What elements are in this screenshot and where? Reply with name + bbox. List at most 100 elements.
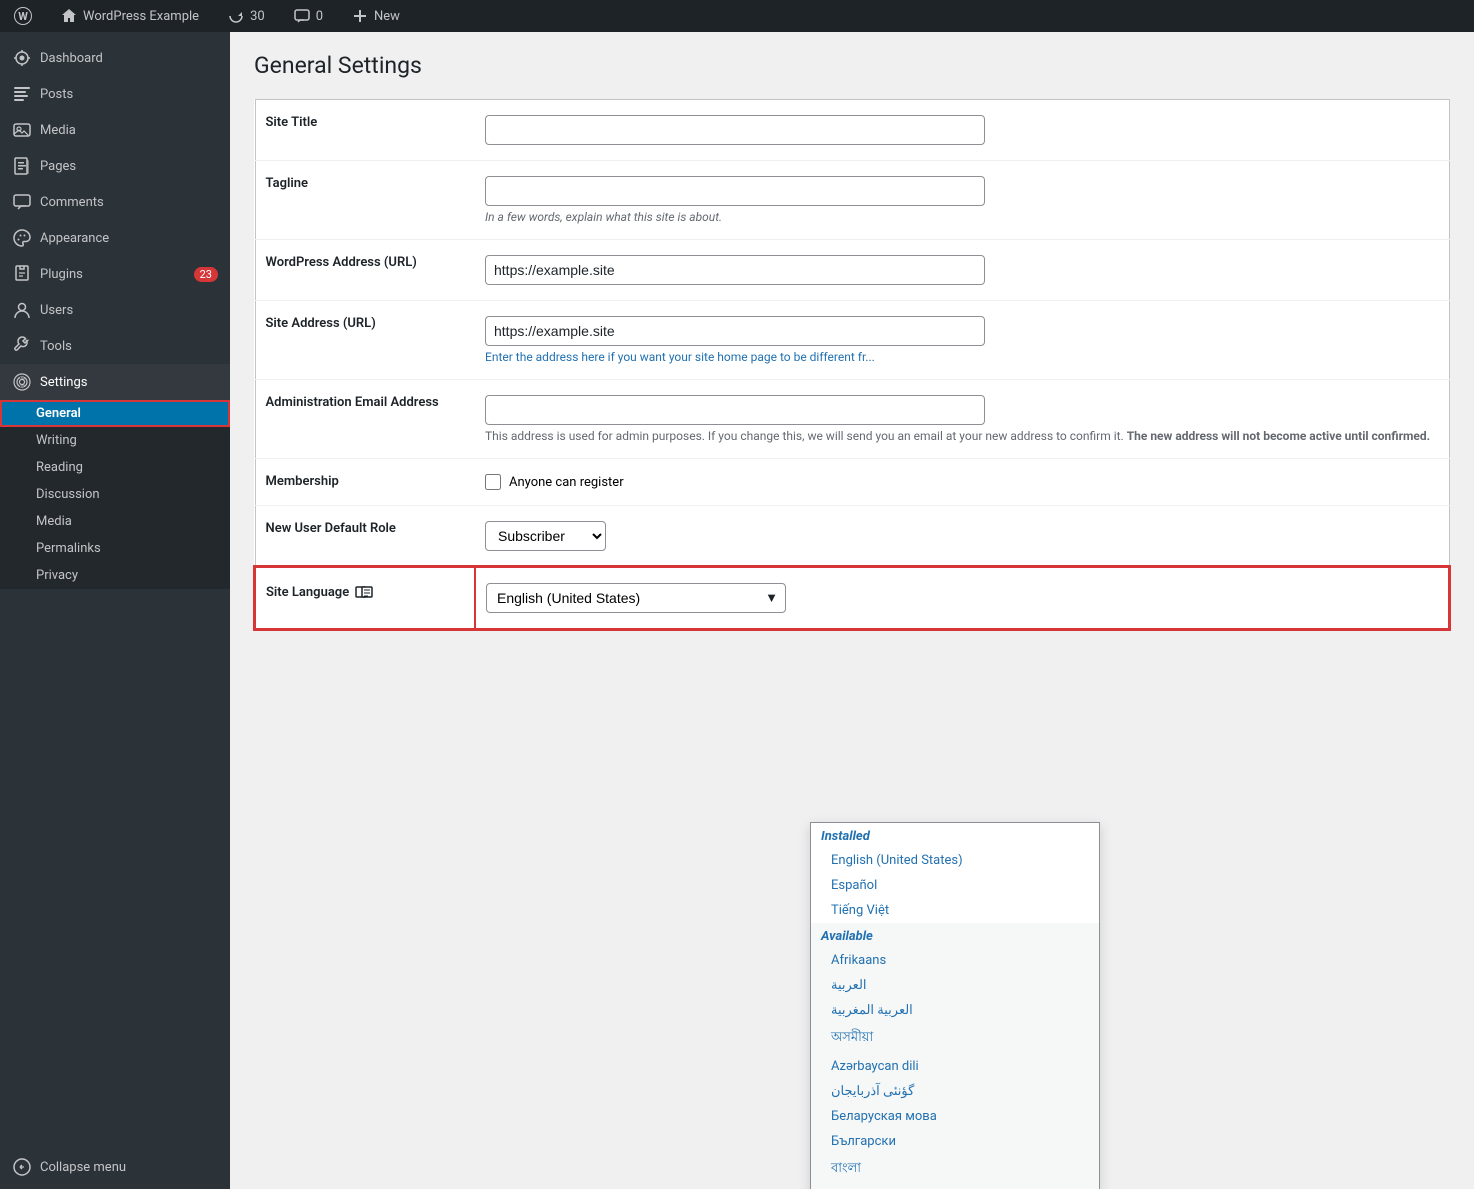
site-language-cell: English (United States) ▼ bbox=[475, 567, 1449, 629]
pages-icon bbox=[12, 156, 32, 176]
listbox-item-bg[interactable]: Български bbox=[811, 1129, 1099, 1154]
updates-button[interactable]: 30 bbox=[221, 0, 271, 32]
svg-text:W: W bbox=[18, 10, 28, 23]
admin-email-input[interactable] bbox=[485, 395, 985, 425]
membership-label: Membership bbox=[255, 459, 475, 506]
plugins-icon bbox=[12, 264, 32, 284]
comments-button[interactable]: 0 bbox=[287, 0, 329, 32]
sidebar-dashboard-label: Dashboard bbox=[40, 51, 218, 66]
listbox-item-en_US[interactable]: English (United States) bbox=[811, 848, 1099, 873]
collapse-label: Collapse menu bbox=[40, 1160, 126, 1175]
listbox-item-ar[interactable]: العربية bbox=[811, 973, 1099, 998]
plugins-badge: 23 bbox=[194, 267, 218, 282]
language-listbox: Installed English (United States) Españo… bbox=[810, 822, 1100, 1189]
site-address-hint: Enter the address here if you want your … bbox=[485, 350, 1439, 364]
sidebar-item-plugins[interactable]: Plugins 23 bbox=[0, 256, 230, 292]
comments-nav-icon bbox=[12, 192, 32, 212]
wp-icon: W bbox=[14, 7, 32, 25]
admin-email-row: Administration Email Address This addres… bbox=[255, 380, 1449, 459]
sidebar-item-posts[interactable]: Posts bbox=[0, 76, 230, 112]
listbox-group-installed: Installed bbox=[811, 823, 1099, 848]
listbox-item-az[interactable]: Azərbaycan dili bbox=[811, 1054, 1099, 1079]
listbox-item-az_TR[interactable]: گؤنئی آذربایجان bbox=[811, 1079, 1099, 1104]
sidebar-item-comments[interactable]: Comments bbox=[0, 184, 230, 220]
sidebar-item-pages[interactable]: Pages bbox=[0, 148, 230, 184]
tools-icon bbox=[12, 336, 32, 356]
listbox-item-af[interactable]: Afrikaans bbox=[811, 948, 1099, 973]
default-role-select[interactable]: Subscriber Contributor Author Editor Adm… bbox=[485, 521, 606, 551]
site-name-label: WordPress Example bbox=[83, 9, 199, 24]
membership-checkbox-label[interactable]: Anyone can register bbox=[485, 474, 1439, 490]
admin-email-cell: This address is used for admin purposes.… bbox=[475, 380, 1449, 459]
media-icon bbox=[12, 120, 32, 140]
comment-icon bbox=[293, 7, 311, 25]
membership-row: Membership Anyone can register bbox=[255, 459, 1449, 506]
wp-logo-button[interactable]: W bbox=[8, 0, 38, 32]
dashboard-icon bbox=[12, 48, 32, 68]
submenu-item-media[interactable]: Media bbox=[0, 508, 230, 535]
site-language-label-wrapper: Site Language bbox=[266, 583, 373, 601]
settings-submenu: General Writing Reading Discussion Media… bbox=[0, 400, 230, 589]
tagline-input[interactable] bbox=[485, 176, 985, 206]
admin-email-hint: This address is used for admin purposes.… bbox=[485, 429, 1439, 443]
submenu-item-permalinks[interactable]: Permalinks bbox=[0, 535, 230, 562]
site-address-input[interactable] bbox=[485, 316, 985, 346]
wp-address-row: WordPress Address (URL) bbox=[255, 240, 1449, 301]
wp-address-label: WordPress Address (URL) bbox=[255, 240, 475, 301]
submenu-item-writing[interactable]: Writing bbox=[0, 427, 230, 454]
sidebar-menu: Dashboard Posts bbox=[0, 32, 230, 589]
tagline-row: Tagline In a few words, explain what thi… bbox=[255, 161, 1449, 240]
new-content-button[interactable]: New bbox=[345, 0, 406, 32]
site-language-row: Site Language bbox=[255, 567, 1449, 629]
site-language-text: Site Language bbox=[266, 585, 349, 600]
membership-checkbox[interactable] bbox=[485, 474, 501, 490]
sidebar-item-tools[interactable]: Tools bbox=[0, 328, 230, 364]
sidebar-item-users[interactable]: Users bbox=[0, 292, 230, 328]
sidebar-item-dashboard[interactable]: Dashboard bbox=[0, 40, 230, 76]
site-title-label: Site Title bbox=[255, 100, 475, 161]
sidebar-item-settings[interactable]: Settings bbox=[0, 364, 230, 400]
listbox-item-vi[interactable]: Tiếng Việt bbox=[811, 898, 1099, 923]
submenu-item-reading[interactable]: Reading bbox=[0, 454, 230, 481]
admin-email-label: Administration Email Address bbox=[255, 380, 475, 459]
sidebar-appearance-label: Appearance bbox=[40, 231, 218, 246]
sidebar-media-label: Media bbox=[40, 123, 218, 138]
collapse-menu-button[interactable]: Collapse menu bbox=[0, 1145, 230, 1189]
sidebar-item-media[interactable]: Media bbox=[0, 112, 230, 148]
new-label: New bbox=[374, 9, 400, 24]
plus-icon bbox=[351, 7, 369, 25]
settings-form: Site Title Tagline In a few words, expla… bbox=[254, 99, 1450, 630]
users-icon bbox=[12, 300, 32, 320]
sidebar-plugins-label: Plugins bbox=[40, 267, 186, 282]
site-title-input[interactable] bbox=[485, 115, 985, 145]
posts-icon bbox=[12, 84, 32, 104]
listbox-item-ar_MA[interactable]: العربية المغربية bbox=[811, 998, 1099, 1023]
listbox-item-bn[interactable]: বাংলা bbox=[811, 1154, 1099, 1185]
listbox-item-bo[interactable]: རྫོང་ཁ bbox=[811, 1185, 1099, 1189]
submenu-item-discussion[interactable]: Discussion bbox=[0, 481, 230, 508]
site-address-label: Site Address (URL) bbox=[255, 301, 475, 380]
listbox-item-es[interactable]: Español bbox=[811, 873, 1099, 898]
admin-bar: W WordPress Example 30 0 bbox=[0, 0, 1474, 32]
listbox-scroll[interactable]: Installed English (United States) Españo… bbox=[811, 823, 1099, 1189]
listbox-item-be[interactable]: Беларуская мова bbox=[811, 1104, 1099, 1129]
site-language-label-cell: Site Language bbox=[255, 567, 475, 629]
language-select-wrapper: English (United States) ▼ bbox=[486, 583, 786, 613]
site-name-button[interactable]: WordPress Example bbox=[54, 0, 205, 32]
sidebar-pages-label: Pages bbox=[40, 159, 218, 174]
site-language-select[interactable]: English (United States) bbox=[486, 583, 786, 613]
listbox-item-as[interactable]: অসমীয়া bbox=[811, 1023, 1099, 1054]
collapse-icon bbox=[12, 1157, 32, 1177]
home-icon bbox=[60, 7, 78, 25]
submenu-item-privacy[interactable]: Privacy bbox=[0, 562, 230, 589]
listbox-group-available: Available bbox=[811, 923, 1099, 948]
site-title-row: Site Title bbox=[255, 100, 1449, 161]
sidebar: Dashboard Posts bbox=[0, 32, 230, 1189]
wp-address-cell bbox=[475, 240, 1449, 301]
submenu-item-general[interactable]: General bbox=[0, 400, 230, 427]
wp-address-input[interactable] bbox=[485, 255, 985, 285]
sidebar-settings-label: Settings bbox=[40, 375, 218, 390]
sidebar-tools-label: Tools bbox=[40, 339, 218, 354]
default-role-label: New User Default Role bbox=[255, 506, 475, 568]
sidebar-item-appearance[interactable]: Appearance bbox=[0, 220, 230, 256]
